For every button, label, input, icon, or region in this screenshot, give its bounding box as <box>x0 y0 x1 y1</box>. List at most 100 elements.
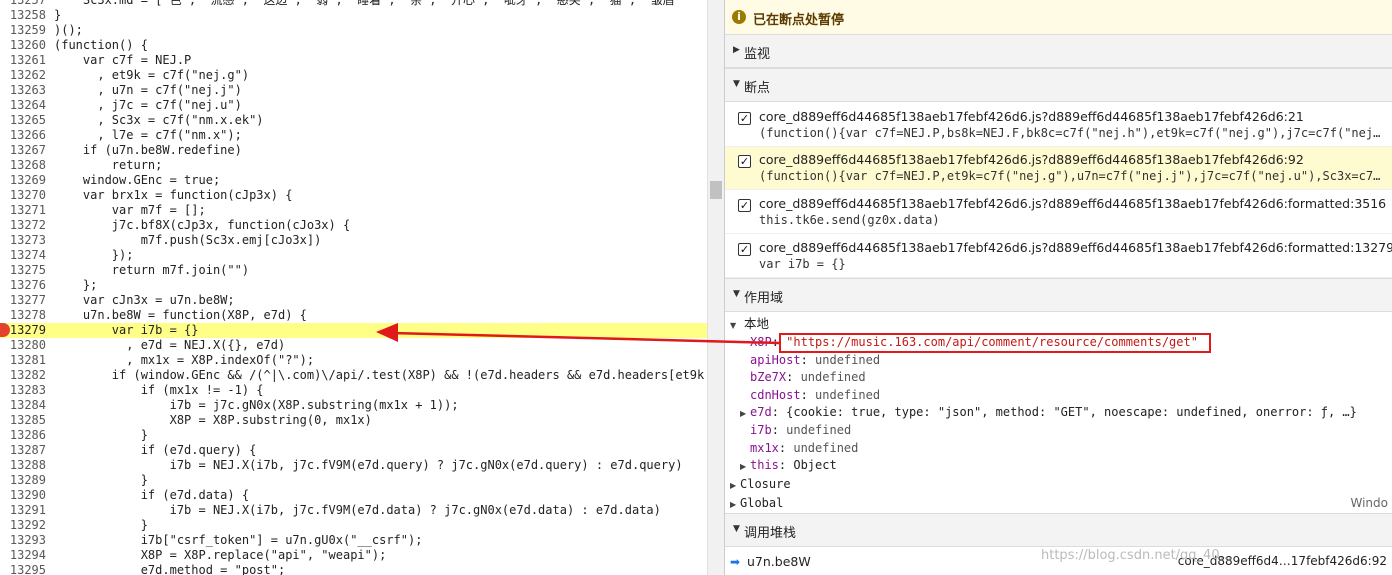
line-number[interactable]: 13275 <box>0 263 46 278</box>
breakpoint-checkbox[interactable]: ✓ <box>738 199 751 212</box>
scrollbar-thumb[interactable] <box>710 181 722 199</box>
line-number[interactable]: 13267 <box>0 143 46 158</box>
line-number[interactable]: 13284 <box>0 398 46 413</box>
watch-section-header[interactable]: ▶ 监视 <box>725 34 1392 68</box>
line-number[interactable]: 13271 <box>0 203 46 218</box>
breakpoint-checkbox[interactable]: ✓ <box>738 155 751 168</box>
line-number[interactable]: 13281 <box>0 353 46 368</box>
scope-global[interactable]: ▶ Global Windo <box>730 495 1388 511</box>
breakpoint-item[interactable]: ✓ core_d889eff6d44685f138aeb17febf426d6.… <box>725 235 1392 278</box>
line-number[interactable]: 13283 <box>0 383 46 398</box>
source-line[interactable]: 13273 m7f.push(Sc3x.emj[cJo3x]) <box>0 233 707 248</box>
source-line[interactable]: 13282 if (window.GEnc && /(^|\.com)\/api… <box>0 368 707 383</box>
line-number[interactable]: 13285 <box>0 413 46 428</box>
line-number[interactable]: 13276 <box>0 278 46 293</box>
source-line[interactable]: 13275 return m7f.join("") <box>0 263 707 278</box>
source-line[interactable]: 13271 var m7f = []; <box>0 203 707 218</box>
line-number[interactable]: 13268 <box>0 158 46 173</box>
scope-closure[interactable]: ▶ Closure <box>730 476 791 492</box>
source-line[interactable]: 13258} <box>0 8 707 23</box>
source-line[interactable]: 13295 e7d.method = "post"; <box>0 563 707 575</box>
line-number[interactable]: 13272 <box>0 218 46 233</box>
scope-var-e7d[interactable]: ▶ e7d: {cookie: true, type: "json", metho… <box>740 404 1357 420</box>
line-number[interactable]: 13266 <box>0 128 46 143</box>
source-line[interactable]: 13267 if (u7n.be8W.redefine) <box>0 143 707 158</box>
source-line[interactable]: 13292 } <box>0 518 707 533</box>
scope-var-i7b[interactable]: i7b: undefined <box>750 422 851 438</box>
line-number[interactable]: 13293 <box>0 533 46 548</box>
breakpoint-checkbox[interactable]: ✓ <box>738 243 751 256</box>
source-line[interactable]: 13288 i7b = NEJ.X(i7b, j7c.fV9M(e7d.quer… <box>0 458 707 473</box>
line-number[interactable]: 13295 <box>0 563 46 575</box>
source-line[interactable]: 13259)(); <box>0 23 707 38</box>
scope-local[interactable]: ▼ 本地 <box>730 316 769 332</box>
callstack-section-header[interactable]: ▼ 调用堆栈 <box>725 513 1392 547</box>
scope-var-apihost[interactable]: apiHost: undefined <box>750 352 880 368</box>
source-line[interactable]: 13266 , l7e = c7f("nm.x"); <box>0 128 707 143</box>
line-number[interactable]: 13291 <box>0 503 46 518</box>
line-number[interactable]: 13263 <box>0 83 46 98</box>
breakpoint-checkbox[interactable]: ✓ <box>738 112 751 125</box>
source-line[interactable]: 13257 Sc3x.md = ["色", "流感", "这边", "弱", "… <box>0 0 707 8</box>
line-number[interactable]: 13262 <box>0 68 46 83</box>
line-number[interactable]: 13292 <box>0 518 46 533</box>
breakpoints-section-header[interactable]: ▼ 断点 <box>725 68 1392 102</box>
source-line[interactable]: 13285 X8P = X8P.substring(0, mx1x) <box>0 413 707 428</box>
line-number[interactable]: 13282 <box>0 368 46 383</box>
source-line[interactable]: 13270 var brx1x = function(cJp3x) { <box>0 188 707 203</box>
breakpoint-item[interactable]: ✓ core_d889eff6d44685f138aeb17febf426d6.… <box>725 104 1392 147</box>
source-line[interactable]: 13291 i7b = NEJ.X(i7b, j7c.fV9M(e7d.data… <box>0 503 707 518</box>
scope-var-mx1x[interactable]: mx1x: undefined <box>750 440 858 456</box>
source-line[interactable]: 13289 } <box>0 473 707 488</box>
line-number[interactable]: 13286 <box>0 428 46 443</box>
source-line[interactable]: 13260 (function() { <box>0 38 707 53</box>
line-number[interactable]: 13274 <box>0 248 46 263</box>
line-number[interactable]: 13277 <box>0 293 46 308</box>
line-number[interactable]: 13273 <box>0 233 46 248</box>
line-number[interactable]: 13289 <box>0 473 46 488</box>
source-line[interactable]: 13281 , mx1x = X8P.indexOf("?"); <box>0 353 707 368</box>
line-number[interactable]: 13294 <box>0 548 46 563</box>
source-line[interactable]: 13274 }); <box>0 248 707 263</box>
line-number[interactable]: 13258 <box>0 8 46 23</box>
source-line[interactable]: 13272 j7c.bf8X(cJp3x, function(cJo3x) { <box>0 218 707 233</box>
source-line[interactable]: 13277 var cJn3x = u7n.be8W; <box>0 293 707 308</box>
source-line[interactable]: 13290 if (e7d.data) { <box>0 488 707 503</box>
line-number[interactable]: 13261 <box>0 53 46 68</box>
line-number[interactable]: 13257 <box>0 0 46 8</box>
source-line[interactable]: 13286 } <box>0 428 707 443</box>
line-number[interactable]: 13288 <box>0 458 46 473</box>
source-line[interactable]: 13283 if (mx1x != -1) { <box>0 383 707 398</box>
source-line[interactable]: 13278 u7n.be8W = function(X8P, e7d) { <box>0 308 707 323</box>
source-line[interactable]: 13293 i7b["csrf_token"] = u7n.gU0x("__cs… <box>0 533 707 548</box>
line-number[interactable]: 13280 <box>0 338 46 353</box>
source-line[interactable]: 13284 i7b = j7c.gN0x(X8P.substring(mx1x … <box>0 398 707 413</box>
source-code-pane[interactable]: 13257 Sc3x.md = ["色", "流感", "这边", "弱", "… <box>0 0 707 575</box>
line-number[interactable]: 13269 <box>0 173 46 188</box>
source-scrollbar[interactable] <box>707 0 724 575</box>
source-line-paused[interactable]: 13279 var i7b = {} <box>0 323 707 338</box>
source-line[interactable]: 13262 , et9k = c7f("nej.g") <box>0 68 707 83</box>
line-number[interactable]: 13260 <box>0 38 46 53</box>
source-line[interactable]: 13294 X8P = X8P.replace("api", "weapi"); <box>0 548 707 563</box>
line-number[interactable]: 13264 <box>0 98 46 113</box>
source-line[interactable]: 13276 }; <box>0 278 707 293</box>
source-line[interactable]: 13263 , u7n = c7f("nej.j") <box>0 83 707 98</box>
source-line[interactable]: 13268 return; <box>0 158 707 173</box>
line-number[interactable]: 13287 <box>0 443 46 458</box>
scope-var-cdnhost[interactable]: cdnHost: undefined <box>750 387 880 403</box>
line-number[interactable]: 13270 <box>0 188 46 203</box>
source-line[interactable]: 13264 , j7c = c7f("nej.u") <box>0 98 707 113</box>
breakpoint-item-active[interactable]: ✓ core_d889eff6d44685f138aeb17febf426d6.… <box>725 147 1392 190</box>
scope-section-header[interactable]: ▼ 作用域 <box>725 278 1392 312</box>
source-line[interactable]: 13261 var c7f = NEJ.P <box>0 53 707 68</box>
line-number[interactable]: 13290 <box>0 488 46 503</box>
source-line[interactable]: 13265 , Sc3x = c7f("nm.x.ek") <box>0 113 707 128</box>
line-number[interactable]: 13259 <box>0 23 46 38</box>
scope-var-this[interactable]: ▶ this: Object <box>740 457 837 473</box>
source-line[interactable]: 13280 , e7d = NEJ.X({}, e7d) <box>0 338 707 353</box>
breakpoint-item[interactable]: ✓ core_d889eff6d44685f138aeb17febf426d6.… <box>725 191 1392 234</box>
source-line[interactable]: 13269 window.GEnc = true; <box>0 173 707 188</box>
line-number[interactable]: 13278 <box>0 308 46 323</box>
scope-var-bze7x[interactable]: bZe7X: undefined <box>750 369 866 385</box>
